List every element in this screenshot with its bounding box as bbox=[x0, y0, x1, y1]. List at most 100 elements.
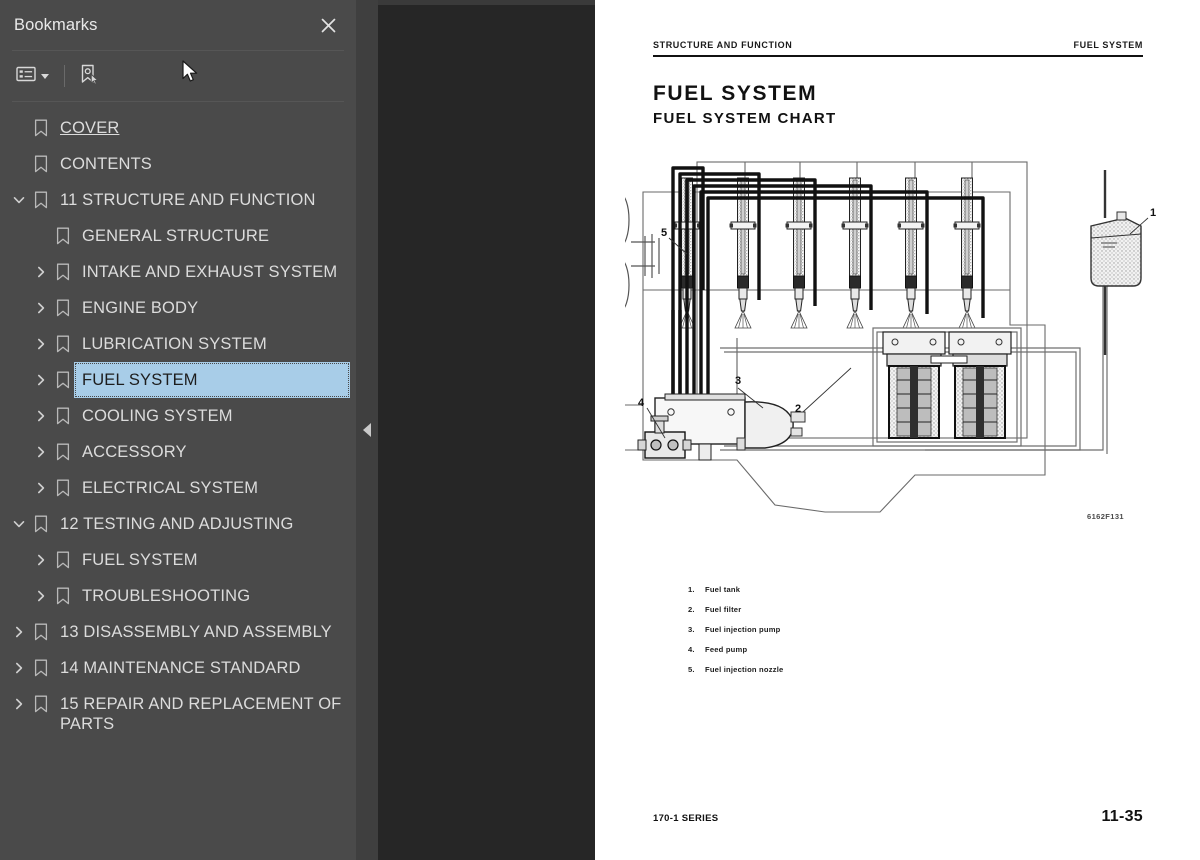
bookmark-icon bbox=[52, 362, 74, 398]
chevron-right-icon[interactable] bbox=[30, 398, 52, 434]
chevron-right-icon[interactable] bbox=[30, 542, 52, 578]
bookmark-icon bbox=[52, 254, 74, 290]
legend-item: 4. Feed pump bbox=[688, 645, 783, 654]
bookmark-item[interactable]: ELECTRICAL SYSTEM bbox=[0, 470, 356, 506]
legend-item: 2. Fuel filter bbox=[688, 605, 783, 614]
footer-page-number: 11-35 bbox=[1101, 808, 1143, 825]
bookmark-item[interactable]: CONTENTS bbox=[0, 146, 356, 182]
bookmark-item[interactable]: FUEL SYSTEM bbox=[0, 542, 356, 578]
fuel-system-diagram: 5 2 3 4 1 bbox=[625, 161, 1156, 513]
chevron-right-icon[interactable] bbox=[30, 434, 52, 470]
bookmark-item[interactable]: FUEL SYSTEM bbox=[0, 362, 356, 398]
bookmark-item[interactable]: 15 REPAIR AND REPLACEMENT OF PARTS bbox=[0, 686, 356, 742]
bookmark-item[interactable]: LUBRICATION SYSTEM bbox=[0, 326, 356, 362]
callout-1: 1 bbox=[1150, 207, 1156, 219]
bookmark-icon bbox=[30, 182, 52, 218]
bookmark-icon bbox=[30, 614, 52, 650]
bookmark-item[interactable]: COVER bbox=[0, 110, 356, 146]
bookmark-icon bbox=[30, 650, 52, 686]
bookmark-label[interactable]: GENERAL STRUCTURE bbox=[74, 218, 350, 254]
bookmark-item[interactable]: 11 STRUCTURE AND FUNCTION bbox=[0, 182, 356, 218]
legend-text: Fuel injection nozzle bbox=[705, 665, 784, 674]
pdf-viewer-window: Bookmarks COVER CONTENTS 11 STRUCTURE AN… bbox=[0, 0, 1200, 860]
bookmark-item[interactable]: GENERAL STRUCTURE bbox=[0, 218, 356, 254]
page-subtitle: FUEL SYSTEM CHART bbox=[653, 110, 837, 127]
figure-legend: 1. Fuel tank 2. Fuel filter 3. Fuel injection… bbox=[688, 585, 783, 685]
chevron-down-icon[interactable] bbox=[8, 182, 30, 218]
page-header-left: STRUCTURE AND FUNCTION bbox=[653, 40, 793, 50]
chevron-right-icon[interactable] bbox=[30, 254, 52, 290]
chevron-right-icon[interactable] bbox=[8, 614, 30, 650]
bookmark-icon bbox=[52, 218, 74, 254]
chevron-down-icon[interactable] bbox=[8, 506, 30, 542]
new-bookmark-icon bbox=[78, 63, 100, 90]
list-view-options-button[interactable] bbox=[14, 61, 51, 91]
bookmark-label[interactable]: ELECTRICAL SYSTEM bbox=[74, 470, 350, 506]
bookmark-icon bbox=[52, 434, 74, 470]
toolbar-divider bbox=[64, 65, 65, 87]
bookmark-item[interactable]: ENGINE BODY bbox=[0, 290, 356, 326]
bookmark-item[interactable]: COOLING SYSTEM bbox=[0, 398, 356, 434]
bookmark-label[interactable]: COOLING SYSTEM bbox=[74, 398, 350, 434]
bookmark-label[interactable]: LUBRICATION SYSTEM bbox=[74, 326, 350, 362]
chevron-right-icon[interactable] bbox=[8, 650, 30, 686]
legend-text: Feed pump bbox=[705, 645, 748, 654]
bookmark-label[interactable]: 13 DISASSEMBLY AND ASSEMBLY bbox=[52, 614, 350, 650]
callout-3: 3 bbox=[735, 375, 741, 387]
bookmark-label[interactable]: 11 STRUCTURE AND FUNCTION bbox=[52, 182, 350, 218]
panel-collapse-handle[interactable] bbox=[356, 0, 378, 860]
chevron-right-icon[interactable] bbox=[8, 686, 30, 722]
legend-number: 5. bbox=[688, 665, 695, 674]
bookmark-item[interactable]: 13 DISASSEMBLY AND ASSEMBLY bbox=[0, 614, 356, 650]
bookmarks-toolbar bbox=[0, 51, 356, 101]
chevron-right-icon[interactable] bbox=[30, 326, 52, 362]
bookmark-item[interactable]: 14 MAINTENANCE STANDARD bbox=[0, 650, 356, 686]
bookmark-item[interactable]: INTAKE AND EXHAUST SYSTEM bbox=[0, 254, 356, 290]
bookmark-label[interactable]: ACCESSORY bbox=[74, 434, 350, 470]
twisty-spacer bbox=[8, 146, 30, 182]
page-footer: 170-1 SERIES 11-35 bbox=[653, 808, 1143, 826]
chevron-right-icon[interactable] bbox=[30, 470, 52, 506]
bookmark-label[interactable]: CONTENTS bbox=[52, 146, 350, 182]
list-view-icon bbox=[16, 66, 36, 87]
panel-title: Bookmarks bbox=[14, 15, 98, 34]
bookmark-label[interactable]: 15 REPAIR AND REPLACEMENT OF PARTS bbox=[52, 686, 350, 742]
bookmark-item[interactable]: TROUBLESHOOTING bbox=[0, 578, 356, 614]
chevron-right-icon[interactable] bbox=[30, 578, 52, 614]
bookmark-icon bbox=[30, 506, 52, 542]
bookmark-icon bbox=[52, 290, 74, 326]
bookmark-label[interactable]: TROUBLESHOOTING bbox=[74, 578, 350, 614]
bookmark-label[interactable]: COVER bbox=[52, 110, 350, 146]
legend-number: 2. bbox=[688, 605, 695, 614]
legend-text: Fuel injection pump bbox=[705, 625, 781, 634]
bookmark-label[interactable]: INTAKE AND EXHAUST SYSTEM bbox=[74, 254, 350, 290]
bookmark-label[interactable]: ENGINE BODY bbox=[74, 290, 350, 326]
new-bookmark-button[interactable] bbox=[78, 61, 100, 91]
legend-text: Fuel tank bbox=[705, 585, 741, 594]
bookmarks-panel-header: Bookmarks bbox=[0, 0, 356, 50]
bookmark-label[interactable]: FUEL SYSTEM bbox=[74, 362, 350, 398]
chevron-right-icon[interactable] bbox=[30, 290, 52, 326]
close-icon[interactable] bbox=[316, 13, 340, 37]
page-header-right: FUEL SYSTEM bbox=[1073, 40, 1143, 50]
legend-text: Fuel filter bbox=[705, 605, 742, 614]
bookmark-label[interactable]: 14 MAINTENANCE STANDARD bbox=[52, 650, 350, 686]
legend-item: 3. Fuel injection pump bbox=[688, 625, 783, 634]
legend-item: 5. Fuel injection nozzle bbox=[688, 665, 783, 674]
chevron-right-icon[interactable] bbox=[30, 362, 52, 398]
page-title: FUEL SYSTEM bbox=[653, 82, 818, 105]
bookmark-tree: COVER CONTENTS 11 STRUCTURE AND FUNCTION GE… bbox=[0, 102, 356, 860]
document-viewer[interactable]: STRUCTURE AND FUNCTION FUEL SYSTEM FUEL … bbox=[378, 0, 1200, 860]
bookmark-icon bbox=[30, 110, 52, 146]
bookmark-label[interactable]: 12 TESTING AND ADJUSTING bbox=[52, 506, 350, 542]
bookmark-label[interactable]: FUEL SYSTEM bbox=[74, 542, 350, 578]
bookmark-item[interactable]: 12 TESTING AND ADJUSTING bbox=[0, 506, 356, 542]
bookmark-icon bbox=[52, 326, 74, 362]
bookmark-icon bbox=[30, 686, 52, 722]
page-header-rule bbox=[653, 55, 1143, 57]
twisty-spacer bbox=[30, 218, 52, 254]
legend-item: 1. Fuel tank bbox=[688, 585, 783, 594]
bookmark-icon bbox=[30, 146, 52, 182]
bookmark-icon bbox=[52, 398, 74, 434]
bookmark-item[interactable]: ACCESSORY bbox=[0, 434, 356, 470]
